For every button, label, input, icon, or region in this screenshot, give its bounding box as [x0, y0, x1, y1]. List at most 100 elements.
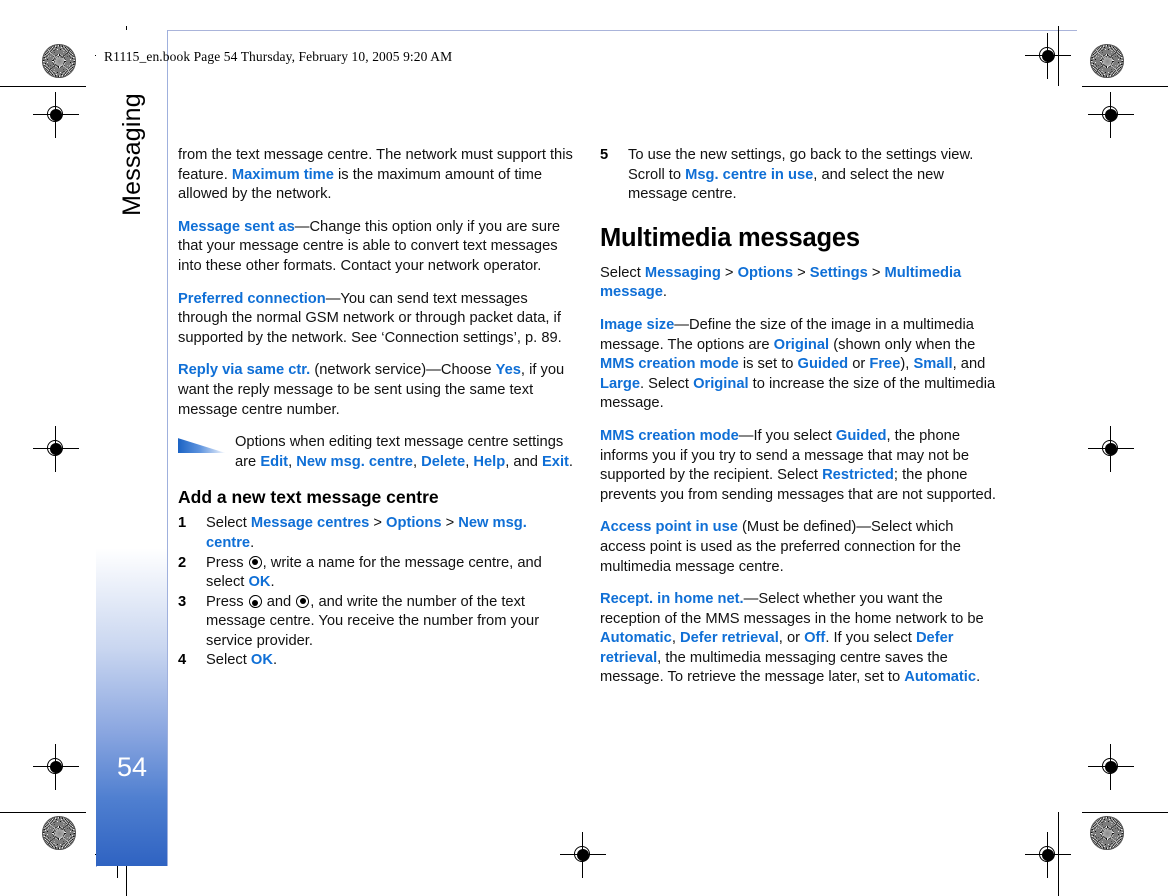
term-message-centres: Message centres: [250, 515, 370, 532]
list-item: 3 Press and , and write the number of the…: [178, 593, 574, 652]
term-small: Small: [913, 356, 953, 373]
term-image-size: Image size: [600, 316, 675, 333]
term-maximum-time: Maximum time: [231, 166, 334, 183]
left-text-column: from the text message centre. The networ…: [178, 146, 574, 671]
right-text-column: 5 To use the new settings, go back to the…: [600, 146, 1000, 701]
text-run: >: [793, 264, 810, 281]
section-heading-multimedia-messages: Multimedia messages: [600, 223, 860, 252]
paragraph-access-point-in-use: Access point in use (Must be defined)—Se…: [600, 518, 1000, 577]
scroll-down-key-icon: [248, 594, 262, 608]
list-item: 4 Select OK.: [178, 651, 574, 671]
text-run: , or: [778, 630, 805, 647]
text-run: Select: [600, 264, 645, 281]
step-number: 3: [178, 593, 187, 610]
term-yes: Yes: [495, 362, 521, 379]
text-run: .: [270, 574, 275, 591]
term-help: Help: [473, 453, 506, 470]
paragraph-maximum-time: from the text message centre. The networ…: [178, 146, 574, 205]
paragraph-recept-in-home-net: Recept. in home net.—Select whether you …: [600, 590, 1000, 688]
paragraph-mms-creation-mode: MMS creation mode—If you select Guided, …: [600, 427, 1000, 505]
term-options: Options: [737, 264, 794, 281]
manual-page: R1115_en.book Page 54 Thursday, February…: [0, 0, 1168, 896]
text-run: .: [568, 453, 574, 470]
term-guided: Guided: [797, 356, 849, 373]
term-delete: Delete: [421, 453, 466, 470]
text-run: and: [262, 593, 296, 610]
paragraph-preferred-connection: Preferred connection—You can send text m…: [178, 290, 574, 349]
text-run: (shown only when the: [829, 336, 976, 353]
term-mms-creation-mode: MMS creation mode: [600, 356, 739, 373]
text-run: >: [720, 264, 738, 281]
paragraph-message-sent-as: Message sent as—Change this option only …: [178, 218, 574, 277]
step-number: 4: [178, 652, 187, 669]
book-header-line: R1115_en.book Page 54 Thursday, February…: [104, 49, 453, 64]
text-run: , and: [952, 356, 986, 373]
text-run: ),: [900, 356, 914, 373]
page-number: 54: [116, 752, 148, 782]
text-run: Select: [206, 515, 251, 532]
text-run: >: [369, 515, 387, 532]
term-messaging: Messaging: [644, 264, 721, 281]
term-msg-centre-in-use: Msg. centre in use: [685, 166, 814, 183]
text-run: .: [662, 284, 667, 301]
term-mms-creation-mode: MMS creation mode: [600, 427, 739, 444]
term-ok: OK: [250, 652, 273, 669]
numbered-steps-list: 1 Select Message centres > Options > New …: [178, 514, 574, 671]
step-number: 1: [178, 515, 187, 532]
text-run: .: [976, 669, 981, 686]
term-preferred-connection: Preferred connection: [178, 290, 326, 307]
section-heading-add-new-centre: Add a new text message centre: [178, 487, 439, 508]
numbered-steps-list-continued: 5 To use the new settings, go back to the…: [600, 146, 1000, 205]
text-run: . If you select: [825, 630, 916, 647]
term-off: Off: [804, 630, 826, 647]
term-automatic: Automatic: [600, 630, 672, 647]
term-options: Options: [386, 515, 442, 532]
term-large: Large: [600, 375, 640, 392]
term-recept-in-home-net: Recept. in home net.: [600, 591, 744, 608]
term-access-point-in-use: Access point in use: [600, 519, 738, 536]
text-run: or: [848, 356, 870, 373]
text-run: Select: [206, 652, 251, 669]
list-item: 5 To use the new settings, go back to the…: [600, 146, 1000, 205]
term-defer-retrieval: Defer retrieval: [679, 630, 779, 647]
step-number: 2: [178, 554, 187, 571]
list-item: 1 Select Message centres > Options > New …: [178, 514, 574, 553]
paragraph-reply-via-same-ctr: Reply via same ctr. (network service)—Ch…: [178, 361, 574, 420]
term-exit: Exit: [541, 453, 569, 470]
text-run: >: [441, 515, 459, 532]
term-restricted: Restricted: [822, 467, 894, 484]
text-run: —If you select: [738, 427, 836, 444]
text-run: .: [272, 652, 278, 669]
term-guided: Guided: [835, 427, 887, 444]
term-message-sent-as: Message sent as: [178, 218, 295, 235]
term-original: Original: [693, 375, 749, 392]
chapter-title-label: Messaging: [117, 93, 146, 216]
tip-block: Options when editing text message centre…: [178, 433, 574, 472]
paragraph-image-size: Image size—Define the size of the image …: [600, 316, 1000, 414]
term-edit: Edit: [260, 453, 289, 470]
text-run: , and: [505, 453, 542, 470]
text-run: .: [250, 534, 255, 551]
term-ok: OK: [248, 574, 271, 591]
step-number: 5: [600, 147, 609, 163]
chapter-title: Messaging: [96, 93, 168, 340]
term-new-msg-centre: New msg. centre: [296, 453, 413, 470]
text-run: . Select: [640, 375, 694, 392]
text-run: ,: [671, 630, 680, 647]
term-original: Original: [773, 336, 830, 353]
text-run: ,: [288, 453, 297, 470]
term-automatic: Automatic: [904, 669, 977, 686]
text-run: (network service)—Choose: [310, 362, 496, 379]
text-run: Press: [206, 554, 248, 571]
select-key-icon: [296, 594, 310, 608]
term-reply-via-same-ctr: Reply via same ctr.: [178, 362, 311, 379]
term-settings: Settings: [809, 264, 868, 281]
paragraph-select-path: Select Messaging > Options > Settings > …: [600, 264, 1000, 303]
text-run: is set to: [738, 356, 798, 373]
text-run: >: [867, 264, 885, 281]
text-run: Press: [206, 593, 248, 610]
term-free: Free: [869, 356, 901, 373]
text-run: ,: [412, 453, 422, 470]
list-item: 2 Press , write a name for the message ce…: [178, 554, 574, 593]
select-key-icon: [248, 555, 262, 569]
